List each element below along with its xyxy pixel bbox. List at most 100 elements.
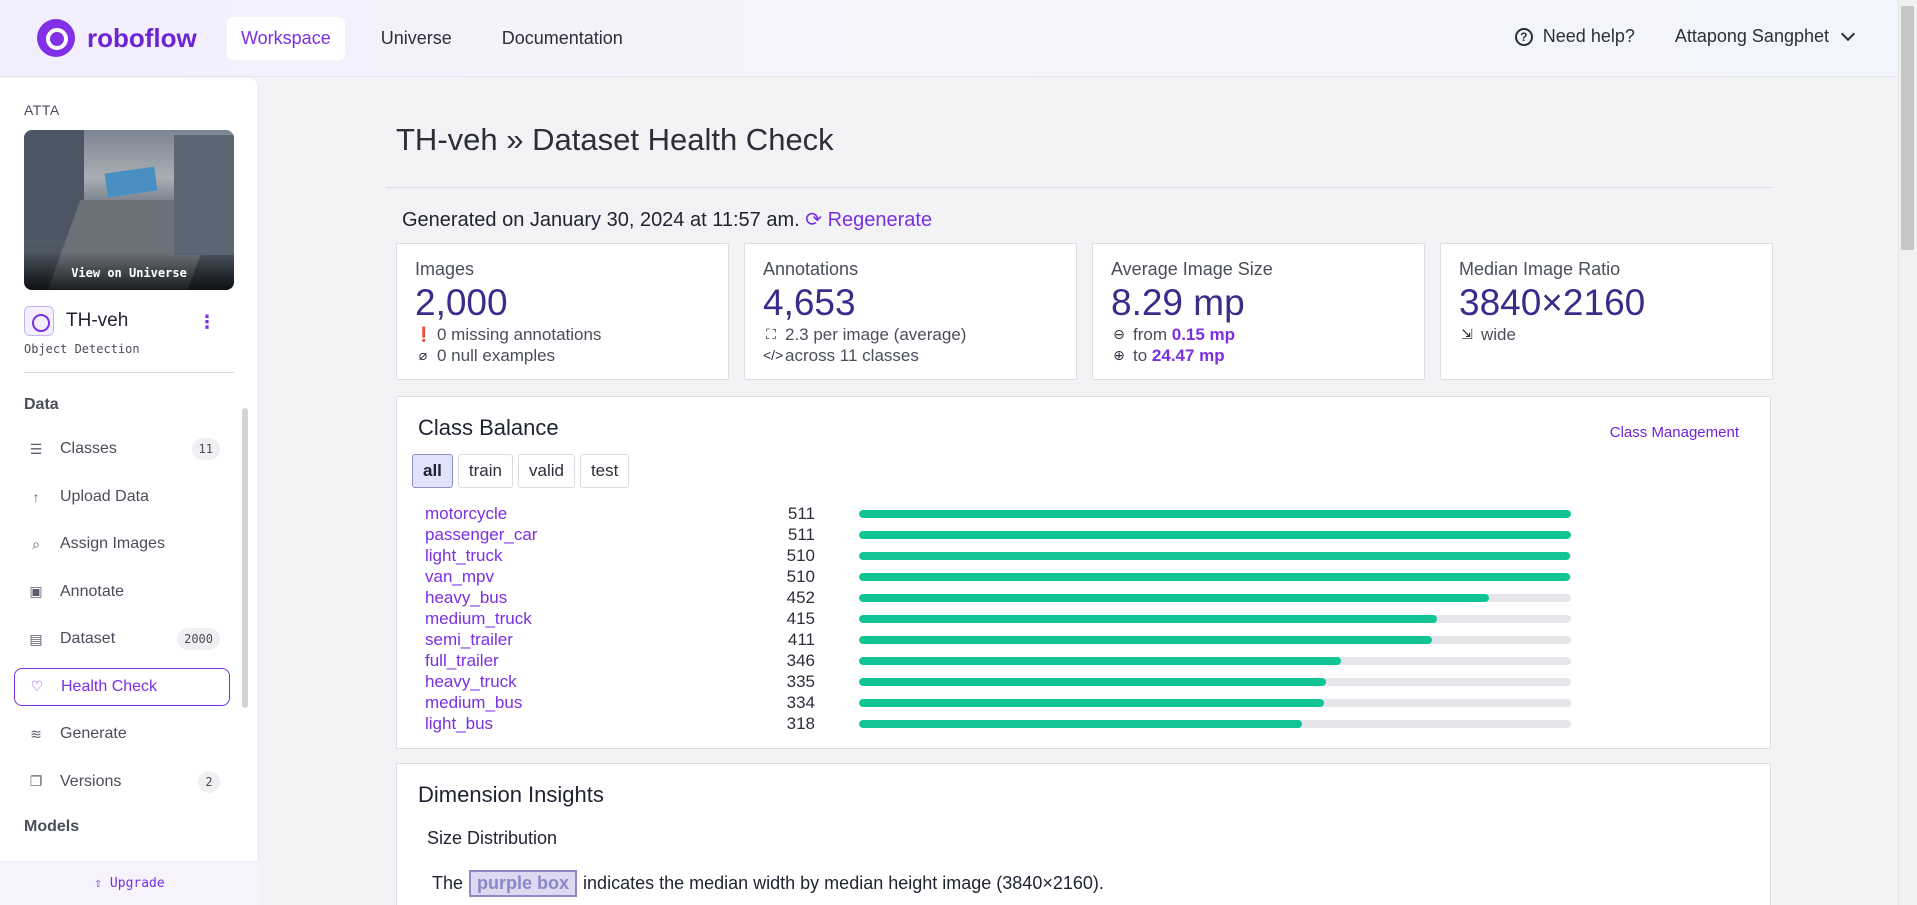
class-count: 415 xyxy=(786,609,815,628)
chevron-down-icon xyxy=(1840,26,1856,41)
double-chevron-icon: » xyxy=(506,122,524,157)
breadcrumb-page: Dataset Health Check xyxy=(532,122,834,157)
class-balance-title: Class Balance xyxy=(418,415,559,440)
upgrade-label: Upgrade xyxy=(109,876,165,891)
class-bar-track xyxy=(859,510,1571,518)
images-card: Images 2,000 ❗ 0 missing annotations ⌀ 0 n… xyxy=(396,243,729,380)
class-name-link[interactable]: light_bus xyxy=(425,714,493,734)
sidebar-item-label: Generate xyxy=(60,725,127,742)
class-name-link[interactable]: medium_truck xyxy=(425,609,532,629)
sidebar-item-dataset[interactable]: ▤ Dataset 2000 xyxy=(14,620,230,658)
class-row: medium_truck 415 xyxy=(425,609,1625,630)
class-bar xyxy=(859,510,1571,518)
min-size-prefix: from xyxy=(1133,325,1167,344)
user-menu[interactable]: Attapong Sangphet xyxy=(1674,26,1856,47)
across-classes-text: across 11 classes xyxy=(785,346,919,365)
class-bar-track xyxy=(859,720,1571,728)
sidebar-item-annotate[interactable]: ▣ Annotate xyxy=(14,573,230,611)
class-bar-track xyxy=(859,531,1571,539)
class-row: light_truck 510 xyxy=(425,546,1625,567)
page-title: TH-veh » Dataset Health Check xyxy=(396,122,834,158)
project-thumbnail[interactable]: View on Universe xyxy=(24,130,234,290)
help-label: Need help? xyxy=(1542,26,1635,46)
min-size-value: 0.15 mp xyxy=(1171,325,1236,344)
class-bar xyxy=(859,657,1342,665)
median-ratio-card: Median Image Ratio 3840×2160 ⇲ wide xyxy=(1440,243,1773,380)
versions-icon: ❐ xyxy=(29,773,43,789)
sidebar-item-classes[interactable]: ☰ Classes 11 xyxy=(14,430,230,468)
class-row: heavy_truck 335 xyxy=(425,672,1625,693)
class-count: 318 xyxy=(786,714,815,733)
ratio-type: ⇲ wide xyxy=(1459,324,1754,345)
roboflow-logo-icon xyxy=(37,19,75,57)
class-name-link[interactable]: semi_trailer xyxy=(425,630,513,650)
class-name-link[interactable]: van_mpv xyxy=(425,567,494,587)
card-label: Average Image Size xyxy=(1111,259,1273,279)
upgrade-button[interactable]: ⇧ Upgrade xyxy=(0,861,259,905)
help-button[interactable]: ? Need help? xyxy=(1514,26,1635,47)
more-options-icon[interactable]: ⋮ xyxy=(198,312,216,333)
logo-text: roboflow xyxy=(87,22,197,53)
count-badge: 2 xyxy=(198,770,220,793)
page-scrollbar[interactable] xyxy=(1898,0,1917,905)
purple-box-legend: purple box xyxy=(469,870,578,897)
class-bar-track xyxy=(859,636,1571,644)
class-name-link[interactable]: full_trailer xyxy=(425,651,499,671)
split-all-button[interactable]: all xyxy=(412,454,453,488)
user-name: Attapong Sangphet xyxy=(1674,26,1829,46)
class-name-link[interactable]: light_truck xyxy=(425,546,502,566)
code-icon: </> xyxy=(763,347,784,363)
split-test-button[interactable]: test xyxy=(579,454,630,488)
section-data: Data xyxy=(24,396,59,413)
section-models: Models xyxy=(24,818,80,835)
class-bar xyxy=(859,720,1303,728)
class-name-link[interactable]: passenger_car xyxy=(425,525,537,545)
class-count: 511 xyxy=(787,525,815,544)
class-bar xyxy=(859,594,1489,602)
question-circle-icon: ? xyxy=(1514,27,1533,46)
max-size: ⊕ to 24.47 mp xyxy=(1111,345,1406,366)
annotate-icon: ▣ xyxy=(29,583,43,599)
class-bar-track xyxy=(859,678,1571,686)
project-header: TH-veh ⋮ xyxy=(24,306,234,336)
tab-universe[interactable]: Universe xyxy=(367,17,466,60)
class-bar xyxy=(859,636,1432,644)
sidebar-item-versions[interactable]: ❐ Versions 2 xyxy=(14,763,230,801)
upgrade-icon: ⇧ xyxy=(94,876,110,891)
search-icon: ⌕ xyxy=(32,535,40,552)
card-value: 2,000 xyxy=(415,282,508,323)
breadcrumb-project[interactable]: TH-veh xyxy=(396,122,498,157)
class-name-link[interactable]: medium_bus xyxy=(425,693,522,713)
bounding-box-icon: ⛶ xyxy=(766,326,776,342)
class-name-link[interactable]: heavy_truck xyxy=(425,672,517,692)
null-examples: ⌀ 0 null examples xyxy=(415,345,710,366)
split-train-button[interactable]: train xyxy=(457,454,513,488)
null-icon: ⌀ xyxy=(418,347,428,363)
class-name-link[interactable]: heavy_bus xyxy=(425,588,507,608)
roboflow-logo[interactable]: roboflow xyxy=(37,19,227,57)
regenerate-link[interactable]: ⟳ Regenerate xyxy=(805,209,932,231)
per-image-text: 2.3 per image (average) xyxy=(785,325,967,344)
split-valid-button[interactable]: valid xyxy=(517,454,575,488)
card-label: Images xyxy=(415,259,475,279)
view-on-universe-link[interactable]: View on Universe xyxy=(24,266,234,280)
note-suffix: indicates the median width by median hei… xyxy=(583,873,1104,893)
class-management-link[interactable]: Class Management xyxy=(1610,424,1739,441)
zoom-in-icon: ⊕ xyxy=(1113,347,1125,363)
tab-documentation[interactable]: Documentation xyxy=(488,17,637,60)
sidebar-scrollbar[interactable] xyxy=(240,398,250,788)
class-bar xyxy=(859,699,1325,707)
divider xyxy=(24,372,234,373)
scrollbar-thumb[interactable] xyxy=(1901,6,1914,250)
tab-workspace[interactable]: Workspace xyxy=(227,16,345,60)
class-name-link[interactable]: motorcycle xyxy=(425,504,507,524)
sidebar-item-health-check[interactable]: ♡ Health Check xyxy=(14,667,230,706)
sidebar-item-assign-images[interactable]: ⌕ Assign Images xyxy=(14,525,230,563)
class-row: light_bus 318 xyxy=(425,714,1625,735)
scrollbar-thumb[interactable] xyxy=(242,408,248,708)
dimension-insights-title: Dimension Insights xyxy=(418,782,604,807)
count-badge: 2000 xyxy=(177,628,220,650)
arrow-up-icon: ↑ xyxy=(32,488,40,505)
sidebar-item-generate[interactable]: ≋ Generate xyxy=(14,715,230,753)
sidebar-item-upload-data[interactable]: ↑ Upload Data xyxy=(14,478,230,516)
